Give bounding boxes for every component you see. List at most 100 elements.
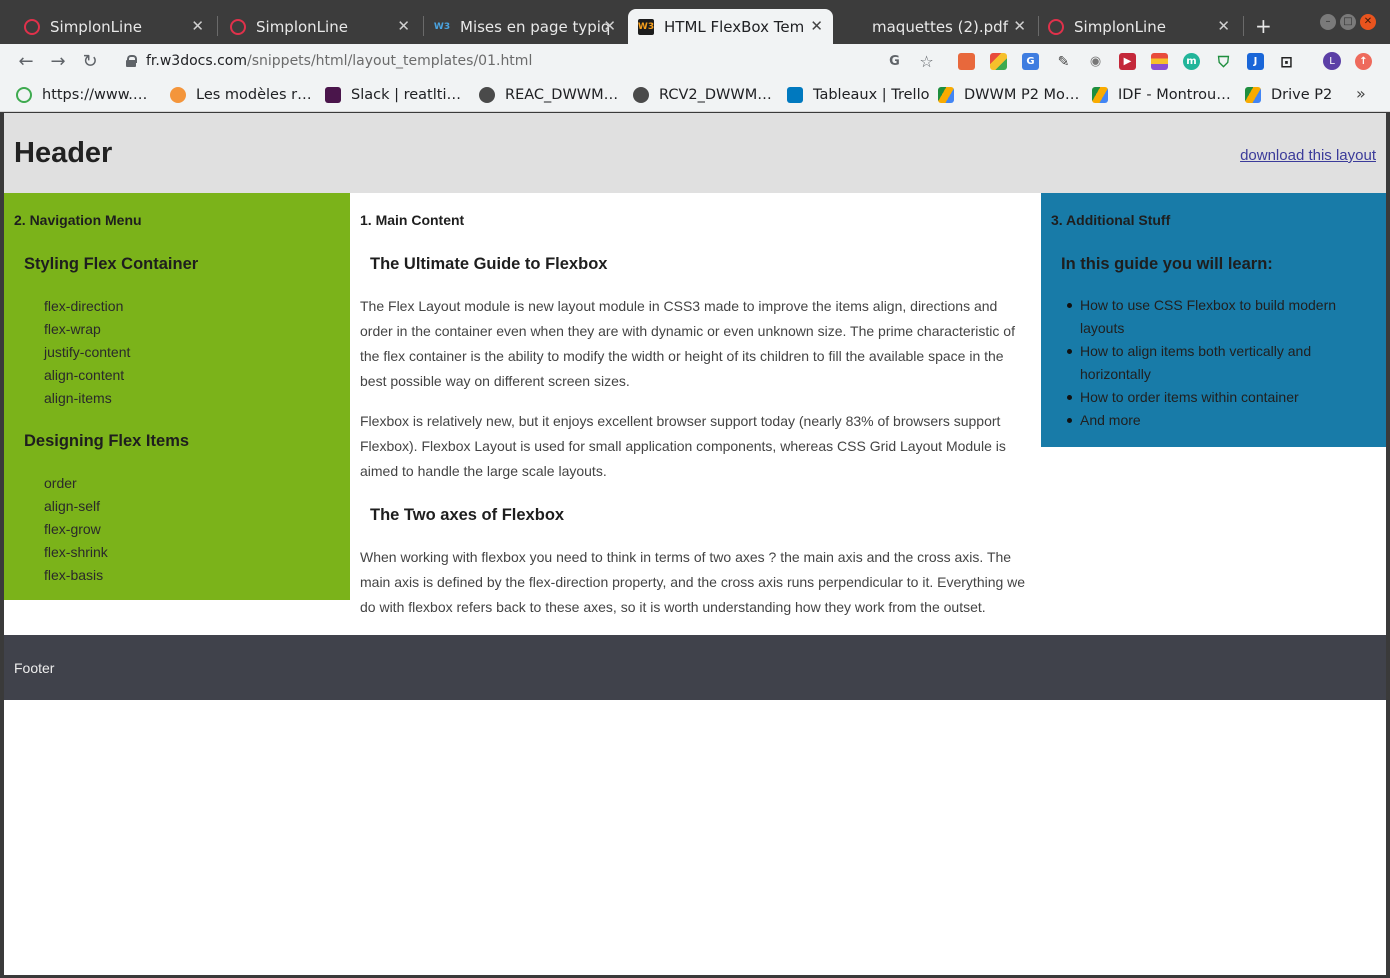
web-page: Header download this layout 2. Navigatio… <box>4 113 1386 975</box>
bookmark-item[interactable]: REAC_DWWM… <box>479 84 618 106</box>
article-heading: The Two axes of Flexbox <box>370 506 565 524</box>
w3docs-icon: W3 <box>638 18 654 35</box>
navigation-menu: 2. Navigation Menu Styling Flex Containe… <box>4 193 350 600</box>
close-tab-icon[interactable]: ✕ <box>1013 17 1026 35</box>
tab-strip: SimplonLine ✕ SimplonLine ✕ W3 Mises en … <box>0 0 1390 44</box>
bookmark-item[interactable]: IDF - Montrou… <box>1092 84 1231 106</box>
tab-title: SimplonLine <box>1074 17 1166 36</box>
back-icon[interactable]: ← <box>15 50 37 72</box>
extension-crop-icon[interactable]: ⊡ <box>1278 53 1295 71</box>
tab-simplonline-2[interactable]: SimplonLine ✕ <box>210 9 420 44</box>
bookmark-favicon-icon <box>16 87 32 103</box>
browser-toolbar: ← → ↻ fr.w3docs.com/snippets/html/layout… <box>0 44 1390 78</box>
nav-link-flex-direction[interactable]: flex-direction <box>44 298 123 314</box>
tab-separator <box>1243 16 1244 36</box>
extension-shield-icon[interactable]: ⛉ <box>1215 53 1232 71</box>
slack-icon <box>325 87 341 103</box>
forward-icon[interactable]: → <box>47 50 69 72</box>
tab-maquettes-pdf[interactable]: maquettes (2).pdf ✕ <box>826 9 1036 44</box>
bookmark-item[interactable]: Tableaux | Trello <box>787 84 929 106</box>
bookmark-item[interactable]: Les modèles r… <box>170 84 312 106</box>
main-content: 1. Main Content The Ultimate Guide to Fl… <box>350 193 1041 635</box>
maximize-icon[interactable]: □ <box>1340 14 1356 30</box>
page-header: Header download this layout <box>4 113 1386 193</box>
window-controls: – □ ✕ <box>1320 14 1376 30</box>
nav-link-flex-wrap[interactable]: flex-wrap <box>44 321 101 337</box>
simplon-icon <box>230 18 246 35</box>
profile-avatar[interactable]: L <box>1323 52 1341 70</box>
nav-link-flex-basis[interactable]: flex-basis <box>44 567 103 583</box>
bookmark-label: Tableaux | Trello <box>813 87 930 103</box>
nav-link-flex-shrink[interactable]: flex-shrink <box>44 544 108 560</box>
bookmark-item[interactable]: Drive P2 <box>1245 84 1332 106</box>
extension-translate-icon[interactable]: G <box>1022 53 1039 70</box>
drive-icon <box>1092 87 1108 103</box>
bookmark-label: IDF - Montrou… <box>1118 87 1231 103</box>
extra-title: 3. Additional Stuff <box>1051 212 1171 228</box>
nav-link-align-self[interactable]: align-self <box>44 498 100 514</box>
extension-palette-icon[interactable] <box>1151 53 1168 70</box>
tab-title: Mises en page typiqu <box>460 17 610 36</box>
bookmarks-more-button[interactable]: » <box>1356 84 1366 103</box>
bookmark-label: RCV2_DWWM… <box>659 87 772 103</box>
tab-simplonline-1[interactable]: SimplonLine ✕ <box>4 9 214 44</box>
minimize-icon[interactable]: – <box>1320 14 1336 30</box>
close-tab-icon[interactable]: ✕ <box>191 17 204 35</box>
globe-icon <box>479 87 495 103</box>
close-tab-icon[interactable]: ✕ <box>810 17 823 35</box>
bookmark-item[interactable]: DWWM P2 Mo… <box>938 84 1079 106</box>
trello-icon <box>787 87 803 103</box>
nav-link-align-content[interactable]: align-content <box>44 367 124 383</box>
extension-j-icon[interactable]: J <box>1247 53 1264 70</box>
bookmark-star-icon[interactable]: ☆ <box>918 52 935 71</box>
bookmark-label: https://www.… <box>42 87 148 103</box>
main-title: 1. Main Content <box>360 212 465 228</box>
close-window-icon[interactable]: ✕ <box>1360 14 1376 30</box>
page-title: Header <box>14 137 113 169</box>
tab-title: SimplonLine <box>256 17 348 36</box>
article-paragraph: When working with flexbox you need to th… <box>360 549 1026 615</box>
globe-icon <box>633 87 649 103</box>
list-item: How to align items both vertically and h… <box>1067 340 1370 386</box>
nav-link-align-items[interactable]: align-items <box>44 390 112 406</box>
close-tab-icon[interactable]: ✕ <box>603 17 616 35</box>
extension-camera-icon[interactable]: ◉ <box>1087 53 1104 70</box>
bookmarks-bar: https://www.… Les modèles r… Slack | rea… <box>0 78 1390 112</box>
nav-title: 2. Navigation Menu <box>14 212 142 228</box>
nav-link-order[interactable]: order <box>44 475 77 491</box>
list-item: How to use CSS Flexbox to build modern l… <box>1067 294 1370 340</box>
url-path: /snippets/html/layout_templates/01.html <box>247 53 533 69</box>
extension-colorful-icon[interactable] <box>990 53 1007 70</box>
additional-stuff: 3. Additional Stuff In this guide you wi… <box>1041 193 1386 447</box>
close-tab-icon[interactable]: ✕ <box>1217 17 1230 35</box>
extension-m-icon[interactable]: m <box>1183 53 1200 70</box>
new-tab-button[interactable]: + <box>1255 14 1272 38</box>
bookmark-favicon-icon <box>170 87 186 103</box>
drive-icon <box>938 87 954 103</box>
tab-title: maquettes (2).pdf <box>872 17 1008 36</box>
tab-simplonline-3[interactable]: SimplonLine ✕ <box>1028 9 1240 44</box>
tab-mises-en-page[interactable]: W3 Mises en page typiqu ✕ <box>414 9 626 44</box>
close-tab-icon[interactable]: ✕ <box>397 17 410 35</box>
bookmark-item[interactable]: https://www.… <box>16 84 147 106</box>
bookmark-item[interactable]: RCV2_DWWM… <box>633 84 772 106</box>
bookmark-label: DWWM P2 Mo… <box>964 87 1080 103</box>
extra-heading: In this guide you will learn: <box>1061 255 1273 273</box>
translate-icon[interactable]: G <box>886 53 903 70</box>
list-item: How to order items within container <box>1067 386 1370 409</box>
bookmark-label: REAC_DWWM… <box>505 87 619 103</box>
nav-link-flex-grow[interactable]: flex-grow <box>44 521 101 537</box>
extension-office-icon[interactable] <box>958 53 975 70</box>
tab-html-flexbox[interactable]: W3 HTML FlexBox Temp ✕ <box>628 9 833 44</box>
nav-link-justify-content[interactable]: justify-content <box>44 344 130 360</box>
extension-red-icon[interactable]: ▶ <box>1119 53 1136 70</box>
extension-eyedropper-icon[interactable]: ✎ <box>1055 53 1072 70</box>
simplon-icon <box>1048 18 1064 35</box>
download-layout-link[interactable]: download this layout <box>1240 147 1376 164</box>
page-footer: Footer <box>4 635 1386 700</box>
reload-icon[interactable]: ↻ <box>79 50 101 72</box>
article-heading: The Ultimate Guide to Flexbox <box>370 255 608 273</box>
update-icon[interactable]: ↑ <box>1355 53 1372 70</box>
address-bar[interactable]: fr.w3docs.com/snippets/html/layout_templ… <box>120 48 860 74</box>
bookmark-item[interactable]: Slack | reatlti… <box>325 84 461 106</box>
